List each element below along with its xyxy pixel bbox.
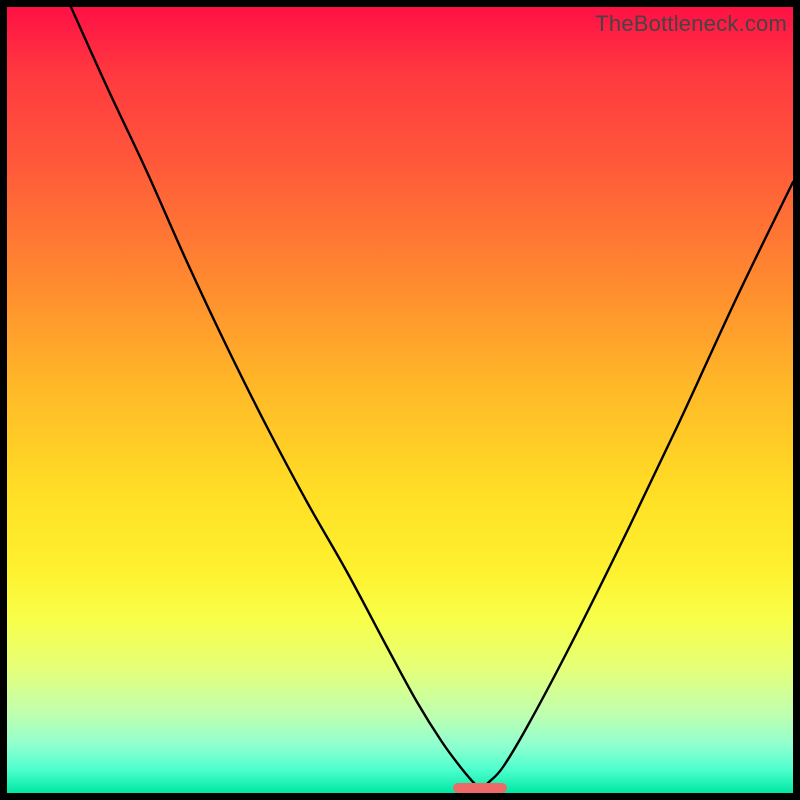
optimum-marker bbox=[453, 783, 507, 793]
chart-area: TheBottleneck.com bbox=[7, 7, 793, 793]
bottleneck-curve bbox=[7, 7, 793, 793]
